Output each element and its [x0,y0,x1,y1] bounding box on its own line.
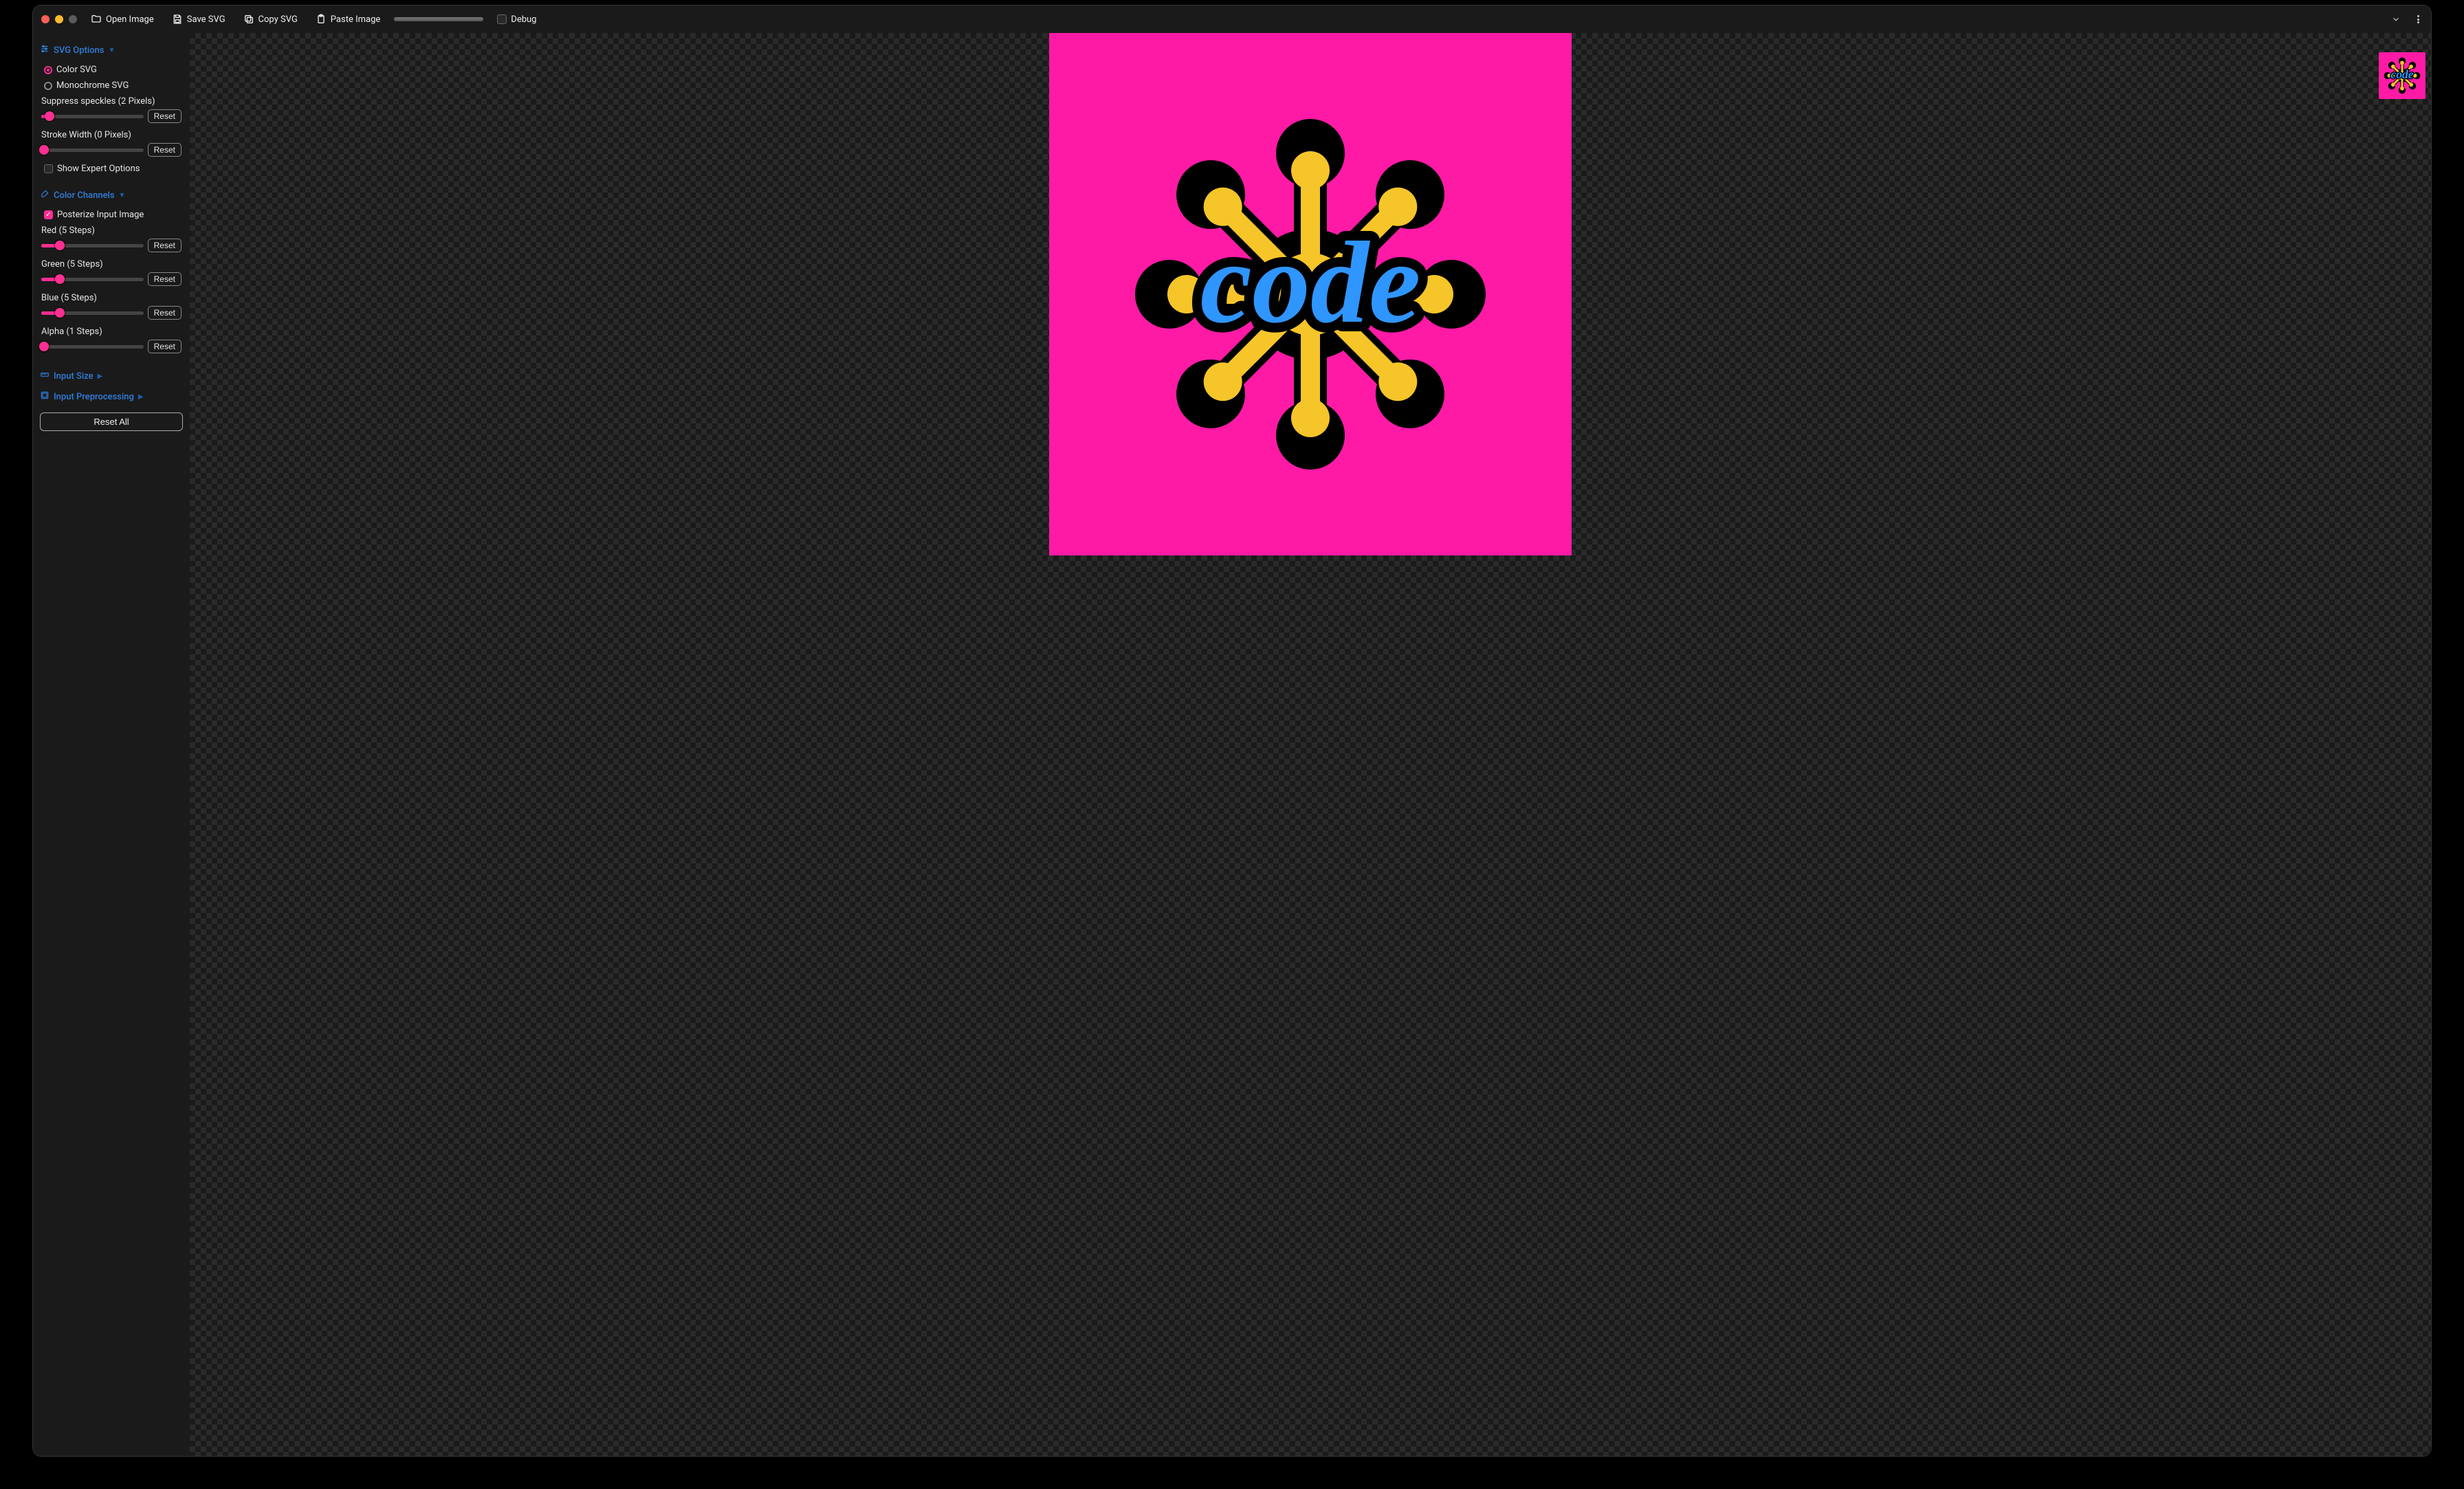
input-size-title: Input Size [54,371,94,382]
radio-color-svg[interactable]: Color SVG [40,62,183,78]
thumbnail-logo: code code [2382,56,2422,96]
reset-all-button[interactable]: Reset All [40,412,183,431]
save-svg-button[interactable]: Save SVG [168,11,230,27]
output-thumbnail[interactable]: code code [2379,52,2426,99]
open-image-label: Open Image [106,14,154,25]
color-svg-label: Color SVG [56,65,97,75]
radio-monochrome-svg[interactable]: Monochrome SVG [40,78,183,93]
checkbox-icon [44,164,53,173]
brush-icon [40,189,50,201]
posterize-label: Posterize Input Image [57,210,144,220]
slider-thumb[interactable] [55,274,65,284]
slider-thumb[interactable] [45,111,54,121]
chevron-right-icon: ▶ [98,373,103,380]
toolbar-slider[interactable] [394,17,483,21]
mono-svg-label: Monochrome SVG [56,80,129,91]
radio-icon [44,66,52,74]
titlebar: Open Image Save SVG Copy SVG Paste Image… [33,5,2431,33]
posterize-toggle[interactable]: ✓ Posterize Input Image [40,207,183,223]
suppress-speckles-slider[interactable] [41,115,144,118]
open-image-button[interactable]: Open Image [87,11,158,27]
color-channels-body: ✓ Posterize Input Image Red (5 Steps) Re… [37,206,186,366]
show-expert-options-toggle[interactable]: Show Expert Options [40,161,183,177]
ruler-icon [40,370,50,382]
suppress-speckles-label: Suppress speckles (2 Pixels) [40,93,183,108]
red-label: Red (5 Steps) [40,223,183,237]
svg-options-title: SVG Options [54,45,104,56]
save-icon [172,14,183,25]
main-artboard: code code [1049,33,1572,555]
zoom-window-button[interactable] [69,15,77,23]
section-header-input-preprocessing[interactable]: Input Preprocessing ▶ [37,386,186,407]
minimize-window-button[interactable] [55,15,63,23]
canvas-area[interactable]: code code [190,33,2431,1456]
debug-checkbox[interactable] [497,14,507,24]
save-svg-label: Save SVG [187,14,226,25]
green-slider[interactable] [41,278,144,281]
close-window-button[interactable] [41,15,50,23]
copy-svg-label: Copy SVG [258,14,298,25]
paste-image-button[interactable]: Paste Image [311,11,384,27]
logo-text: code [1200,218,1421,347]
color-channels-title: Color Channels [54,190,115,201]
window-controls [41,15,77,23]
chevron-right-icon: ▶ [138,393,144,401]
chevron-down-icon: ▼ [119,192,126,199]
reset-blue-button[interactable]: Reset [148,306,182,320]
sliders-icon [40,44,50,56]
more-menu-button[interactable] [2413,14,2423,24]
stroke-width-slider[interactable] [41,148,144,152]
reset-stroke-width-button[interactable]: Reset [148,143,182,157]
alpha-slider[interactable] [41,345,144,349]
copy-svg-button[interactable]: Copy SVG [239,11,302,27]
layers-icon [40,390,50,403]
reset-green-button[interactable]: Reset [148,272,182,286]
app-body: SVG Options ▼ Color SVG Monochrome SVG S… [33,33,2431,1456]
slider-thumb[interactable] [55,308,65,318]
sidebar: SVG Options ▼ Color SVG Monochrome SVG S… [33,33,190,1456]
debug-toggle[interactable]: Debug [493,12,540,27]
section-header-svg-options[interactable]: SVG Options ▼ [37,40,186,60]
input-preprocessing-title: Input Preprocessing [54,392,134,402]
slider-thumb[interactable] [39,145,49,155]
copy-icon [243,14,254,25]
reset-suppress-speckles-button[interactable]: Reset [148,109,182,123]
green-label: Green (5 Steps) [40,256,183,271]
debug-label: Debug [511,14,536,25]
show-expert-label: Show Expert Options [57,164,140,174]
blue-label: Blue (5 Steps) [40,290,183,305]
clipboard-icon [316,14,327,25]
reset-alpha-button[interactable]: Reset [148,340,182,353]
paste-image-label: Paste Image [331,14,380,25]
svg-options-body: Color SVG Monochrome SVG Suppress speckl… [37,60,186,185]
toolbar-dropdown-button[interactable] [2391,14,2401,24]
section-header-input-size[interactable]: Input Size ▶ [37,366,186,386]
checkbox-icon: ✓ [44,210,53,219]
slider-thumb[interactable] [39,342,49,351]
radio-icon [44,82,52,90]
folder-icon [91,14,102,25]
section-header-color-channels[interactable]: Color Channels ▼ [37,185,186,206]
chevron-down-icon: ▼ [108,47,115,54]
vectorized-logo: code code [1118,102,1503,487]
svg-text:code: code [2390,67,2413,81]
alpha-label: Alpha (1 Steps) [40,324,183,338]
slider-thumb[interactable] [55,241,65,250]
red-slider[interactable] [41,244,144,247]
stroke-width-label: Stroke Width (0 Pixels) [40,127,183,142]
blue-slider[interactable] [41,311,144,315]
app-window: Open Image Save SVG Copy SVG Paste Image… [33,5,2431,1456]
reset-red-button[interactable]: Reset [148,239,182,252]
